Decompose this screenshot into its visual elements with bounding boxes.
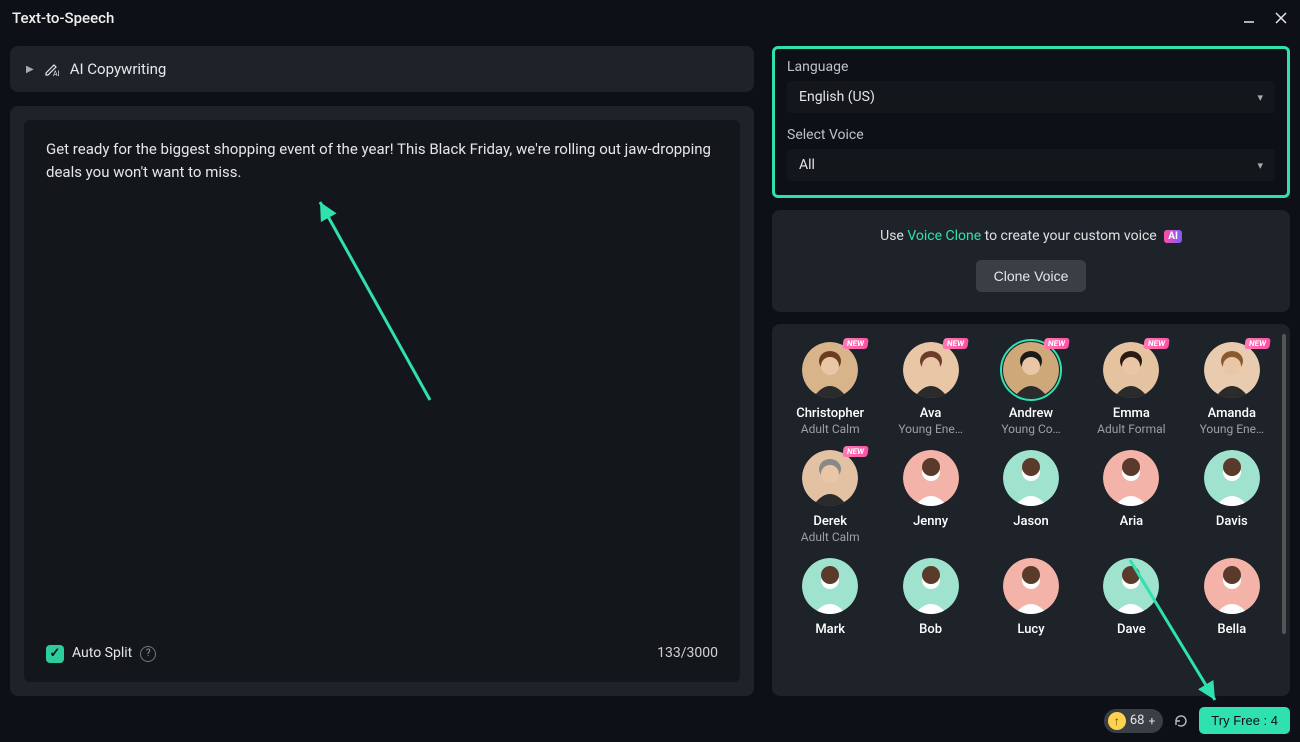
- new-badge: NEW: [1043, 338, 1070, 349]
- auto-split-label: Auto Split: [72, 643, 132, 664]
- voice-subtitle: Young Co…: [1001, 422, 1060, 436]
- svg-text:AI: AI: [53, 70, 60, 77]
- voice-filter-value: All: [799, 157, 815, 173]
- voices-panel: NEW Christopher Adult Calm NEW Ava Young…: [772, 324, 1290, 696]
- chevron-down-icon: ▾: [1257, 91, 1263, 104]
- help-icon[interactable]: ?: [140, 646, 156, 662]
- avatar: [1103, 450, 1159, 506]
- avatar: [1003, 558, 1059, 614]
- voice-name: Davis: [1216, 514, 1248, 529]
- voice-option[interactable]: NEW Ava Young Ene…: [882, 340, 978, 438]
- ai-badge-icon: AI: [1164, 230, 1182, 243]
- voice-option[interactable]: Bella: [1184, 556, 1280, 639]
- close-button[interactable]: [1274, 11, 1288, 25]
- voice-option[interactable]: Lucy: [983, 556, 1079, 639]
- voice-subtitle: Young Ene…: [898, 422, 962, 436]
- credits-pill[interactable]: ↑ 68 +: [1104, 709, 1163, 733]
- language-voice-panel: Language English (US) ▾ Select Voice All…: [772, 46, 1290, 198]
- ai-copywriting-label: AI Copywriting: [70, 60, 167, 78]
- pencil-icon: AI: [44, 61, 60, 77]
- voice-filter-label: Select Voice: [787, 127, 1275, 143]
- bottom-bar: ↑ 68 + Try Free : 4: [1104, 707, 1290, 734]
- voice-subtitle: Adult Calm: [801, 530, 860, 544]
- voice-option[interactable]: NEW Andrew Young Co…: [983, 340, 1079, 438]
- new-badge: NEW: [842, 446, 869, 457]
- avatar: [802, 450, 858, 506]
- voice-clone-link[interactable]: Voice Clone: [907, 228, 981, 244]
- voice-option[interactable]: NEW Amanda Young Ene…: [1184, 340, 1280, 438]
- new-badge: NEW: [1244, 338, 1271, 349]
- clone-voice-button[interactable]: Clone Voice: [976, 260, 1087, 292]
- voice-clone-message: Use Voice Clone to create your custom vo…: [784, 228, 1278, 244]
- avatar: [802, 342, 858, 398]
- voice-name: Andrew: [1009, 406, 1053, 421]
- voice-name: Lucy: [1017, 622, 1044, 637]
- voice-name: Aria: [1120, 514, 1144, 529]
- avatar: [1103, 342, 1159, 398]
- voice-name: Jason: [1013, 514, 1049, 529]
- voice-option[interactable]: Jason: [983, 448, 1079, 546]
- minimize-button[interactable]: [1242, 11, 1256, 25]
- voice-name: Bella: [1217, 622, 1246, 637]
- refresh-icon[interactable]: [1173, 713, 1189, 729]
- window-title: Text-to-Speech: [12, 9, 114, 27]
- ai-copywriting-row[interactable]: ▶ AI AI Copywriting: [10, 46, 754, 92]
- avatar: [903, 342, 959, 398]
- avatar: [903, 558, 959, 614]
- voice-name: Dave: [1117, 622, 1146, 637]
- voice-name: Amanda: [1208, 406, 1256, 421]
- avatar: [1003, 342, 1059, 398]
- language-value: English (US): [799, 89, 875, 105]
- language-label: Language: [787, 59, 1275, 75]
- text-input[interactable]: Get ready for the biggest shopping event…: [24, 120, 740, 682]
- scrollbar[interactable]: [1282, 334, 1286, 634]
- voice-option[interactable]: NEW Christopher Adult Calm: [782, 340, 878, 438]
- voice-name: Emma: [1113, 406, 1150, 421]
- voice-option[interactable]: Dave: [1083, 556, 1179, 639]
- chevron-down-icon: ▾: [1257, 159, 1263, 172]
- voice-subtitle: Young Ene…: [1200, 422, 1264, 436]
- avatar: [1204, 558, 1260, 614]
- voice-name: Ava: [920, 406, 942, 421]
- voice-name: Jenny: [913, 514, 948, 529]
- credits-count: 68: [1130, 713, 1145, 728]
- voice-name: Mark: [815, 622, 845, 637]
- new-badge: NEW: [943, 338, 970, 349]
- title-bar: Text-to-Speech: [0, 0, 1300, 36]
- avatar: [1003, 450, 1059, 506]
- voice-name: Derek: [813, 514, 847, 529]
- voice-name: Bob: [919, 622, 942, 637]
- voice-option[interactable]: Bob: [882, 556, 978, 639]
- avatar: [1204, 342, 1260, 398]
- text-editor-card: Get ready for the biggest shopping event…: [10, 106, 754, 696]
- voice-option[interactable]: NEW Emma Adult Formal: [1083, 340, 1179, 438]
- avatar: [1204, 450, 1260, 506]
- try-free-button[interactable]: Try Free : 4: [1199, 707, 1290, 734]
- voice-filter-select[interactable]: All ▾: [787, 149, 1275, 181]
- coin-icon: ↑: [1108, 712, 1126, 730]
- chevron-right-icon: ▶: [26, 64, 34, 75]
- voice-option[interactable]: Davis: [1184, 448, 1280, 546]
- text-content: Get ready for the biggest shopping event…: [46, 138, 718, 183]
- voice-option[interactable]: Mark: [782, 556, 878, 639]
- language-select[interactable]: English (US) ▾: [787, 81, 1275, 113]
- voice-option[interactable]: NEW Derek Adult Calm: [782, 448, 878, 546]
- voice-subtitle: Adult Formal: [1097, 422, 1165, 436]
- voice-clone-panel: Use Voice Clone to create your custom vo…: [772, 210, 1290, 312]
- voice-option[interactable]: Aria: [1083, 448, 1179, 546]
- character-count: 133/3000: [657, 643, 718, 664]
- voice-option[interactable]: Jenny: [882, 448, 978, 546]
- voice-subtitle: Adult Calm: [801, 422, 860, 436]
- avatar: [903, 450, 959, 506]
- plus-icon: +: [1148, 714, 1155, 728]
- voice-name: Christopher: [796, 406, 864, 421]
- auto-split-toggle[interactable]: ✓ Auto Split ?: [46, 643, 156, 664]
- avatar: [802, 558, 858, 614]
- checkbox-checked-icon: ✓: [46, 645, 64, 663]
- avatar: [1103, 558, 1159, 614]
- new-badge: NEW: [1143, 338, 1170, 349]
- new-badge: NEW: [842, 338, 869, 349]
